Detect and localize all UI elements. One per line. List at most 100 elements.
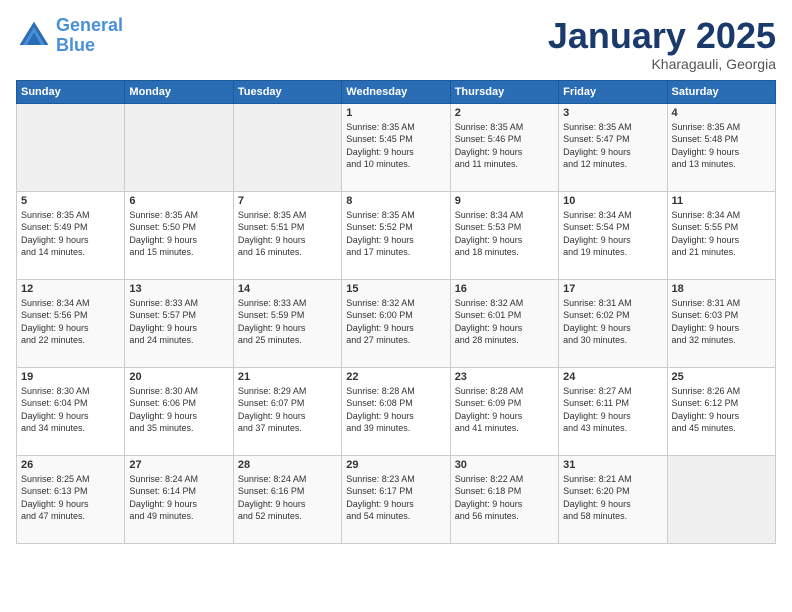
day-number: 24 — [563, 371, 662, 383]
day-number: 29 — [346, 459, 445, 471]
month-title: January 2025 — [548, 16, 776, 56]
day-number: 11 — [672, 195, 771, 207]
day-info: Sunrise: 8:34 AM Sunset: 5:55 PM Dayligh… — [672, 209, 771, 259]
day-cell: 23 Sunrise: 8:28 AM Sunset: 6:09 PM Dayli… — [450, 367, 558, 455]
logo-general: General — [56, 15, 123, 35]
day-cell: 21 Sunrise: 8:29 AM Sunset: 6:07 PM Dayli… — [233, 367, 341, 455]
day-info: Sunrise: 8:35 AM Sunset: 5:49 PM Dayligh… — [21, 209, 120, 259]
day-cell: 18 Sunrise: 8:31 AM Sunset: 6:03 PM Dayli… — [667, 279, 775, 367]
day-cell: 7Sunrise: 8:35 AM Sunset: 5:51 PM Daylig… — [233, 191, 341, 279]
day-info: Sunrise: 8:30 AM Sunset: 6:06 PM Dayligh… — [129, 385, 228, 435]
page: General Blue January 2025 Kharagauli, Ge… — [0, 0, 792, 612]
day-cell: 6Sunrise: 8:35 AM Sunset: 5:50 PM Daylig… — [125, 191, 233, 279]
calendar-table: SundayMondayTuesdayWednesdayThursdayFrid… — [16, 80, 776, 544]
weekday-wednesday: Wednesday — [342, 80, 450, 103]
day-info: Sunrise: 8:35 AM Sunset: 5:45 PM Dayligh… — [346, 121, 445, 171]
day-info: Sunrise: 8:26 AM Sunset: 6:12 PM Dayligh… — [672, 385, 771, 435]
day-info: Sunrise: 8:25 AM Sunset: 6:13 PM Dayligh… — [21, 473, 120, 523]
day-number: 27 — [129, 459, 228, 471]
day-info: Sunrise: 8:35 AM Sunset: 5:46 PM Dayligh… — [455, 121, 554, 171]
day-cell: 17Sunrise: 8:31 AM Sunset: 6:02 PM Dayli… — [559, 279, 667, 367]
logo-text: General Blue — [56, 16, 123, 56]
calendar-header: SundayMondayTuesdayWednesdayThursdayFrid… — [17, 80, 776, 103]
week-row-5: 26 Sunrise: 8:25 AM Sunset: 6:13 PM Dayli… — [17, 455, 776, 543]
location-subtitle: Kharagauli, Georgia — [548, 56, 776, 72]
day-cell: 9Sunrise: 8:34 AM Sunset: 5:53 PM Daylig… — [450, 191, 558, 279]
day-cell: 24 Sunrise: 8:27 AM Sunset: 6:11 PM Dayli… — [559, 367, 667, 455]
day-cell: 4 Sunrise: 8:35 AM Sunset: 5:48 PM Daylig… — [667, 103, 775, 191]
day-cell — [125, 103, 233, 191]
day-cell: 31Sunrise: 8:21 AM Sunset: 6:20 PM Dayli… — [559, 455, 667, 543]
weekday-sunday: Sunday — [17, 80, 125, 103]
day-info: Sunrise: 8:34 AM Sunset: 5:54 PM Dayligh… — [563, 209, 662, 259]
day-cell — [233, 103, 341, 191]
day-cell: 8Sunrise: 8:35 AM Sunset: 5:52 PM Daylig… — [342, 191, 450, 279]
day-info: Sunrise: 8:28 AM Sunset: 6:09 PM Dayligh… — [455, 385, 554, 435]
day-number: 20 — [129, 371, 228, 383]
day-number: 14 — [238, 283, 337, 295]
logo-blue: Blue — [56, 35, 95, 55]
day-cell: 27 Sunrise: 8:24 AM Sunset: 6:14 PM Dayli… — [125, 455, 233, 543]
weekday-saturday: Saturday — [667, 80, 775, 103]
day-cell: 14 Sunrise: 8:33 AM Sunset: 5:59 PM Dayli… — [233, 279, 341, 367]
title-block: January 2025 Kharagauli, Georgia — [548, 16, 776, 72]
day-cell — [667, 455, 775, 543]
day-info: Sunrise: 8:27 AM Sunset: 6:11 PM Dayligh… — [563, 385, 662, 435]
day-info: Sunrise: 8:22 AM Sunset: 6:18 PM Dayligh… — [455, 473, 554, 523]
day-info: Sunrise: 8:35 AM Sunset: 5:50 PM Dayligh… — [129, 209, 228, 259]
day-cell: 20 Sunrise: 8:30 AM Sunset: 6:06 PM Dayli… — [125, 367, 233, 455]
week-row-1: 1Sunrise: 8:35 AM Sunset: 5:45 PM Daylig… — [17, 103, 776, 191]
day-number: 18 — [672, 283, 771, 295]
day-cell: 10 Sunrise: 8:34 AM Sunset: 5:54 PM Dayli… — [559, 191, 667, 279]
day-number: 23 — [455, 371, 554, 383]
day-info: Sunrise: 8:28 AM Sunset: 6:08 PM Dayligh… — [346, 385, 445, 435]
day-number: 31 — [563, 459, 662, 471]
day-info: Sunrise: 8:31 AM Sunset: 6:02 PM Dayligh… — [563, 297, 662, 347]
day-number: 7 — [238, 195, 337, 207]
calendar-body: 1Sunrise: 8:35 AM Sunset: 5:45 PM Daylig… — [17, 103, 776, 543]
day-info: Sunrise: 8:35 AM Sunset: 5:48 PM Dayligh… — [672, 121, 771, 171]
day-cell: 13Sunrise: 8:33 AM Sunset: 5:57 PM Dayli… — [125, 279, 233, 367]
day-number: 15 — [346, 283, 445, 295]
day-number: 19 — [21, 371, 120, 383]
day-number: 26 — [21, 459, 120, 471]
day-info: Sunrise: 8:24 AM Sunset: 6:14 PM Dayligh… — [129, 473, 228, 523]
day-cell: 16Sunrise: 8:32 AM Sunset: 6:01 PM Dayli… — [450, 279, 558, 367]
week-row-3: 12Sunrise: 8:34 AM Sunset: 5:56 PM Dayli… — [17, 279, 776, 367]
day-cell: 28Sunrise: 8:24 AM Sunset: 6:16 PM Dayli… — [233, 455, 341, 543]
weekday-monday: Monday — [125, 80, 233, 103]
weekday-row: SundayMondayTuesdayWednesdayThursdayFrid… — [17, 80, 776, 103]
day-number: 5 — [21, 195, 120, 207]
day-cell: 29 Sunrise: 8:23 AM Sunset: 6:17 PM Dayli… — [342, 455, 450, 543]
logo-icon — [16, 18, 52, 54]
day-number: 4 — [672, 107, 771, 119]
day-cell: 19Sunrise: 8:30 AM Sunset: 6:04 PM Dayli… — [17, 367, 125, 455]
day-info: Sunrise: 8:31 AM Sunset: 6:03 PM Dayligh… — [672, 297, 771, 347]
day-cell: 11 Sunrise: 8:34 AM Sunset: 5:55 PM Dayli… — [667, 191, 775, 279]
day-cell: 5 Sunrise: 8:35 AM Sunset: 5:49 PM Daylig… — [17, 191, 125, 279]
day-info: Sunrise: 8:23 AM Sunset: 6:17 PM Dayligh… — [346, 473, 445, 523]
day-cell: 25 Sunrise: 8:26 AM Sunset: 6:12 PM Dayli… — [667, 367, 775, 455]
day-number: 21 — [238, 371, 337, 383]
day-cell: 3Sunrise: 8:35 AM Sunset: 5:47 PM Daylig… — [559, 103, 667, 191]
day-number: 2 — [455, 107, 554, 119]
day-number: 28 — [238, 459, 337, 471]
day-cell: 15Sunrise: 8:32 AM Sunset: 6:00 PM Dayli… — [342, 279, 450, 367]
day-cell: 30 Sunrise: 8:22 AM Sunset: 6:18 PM Dayli… — [450, 455, 558, 543]
day-info: Sunrise: 8:33 AM Sunset: 5:59 PM Dayligh… — [238, 297, 337, 347]
day-info: Sunrise: 8:29 AM Sunset: 6:07 PM Dayligh… — [238, 385, 337, 435]
day-info: Sunrise: 8:35 AM Sunset: 5:52 PM Dayligh… — [346, 209, 445, 259]
day-number: 16 — [455, 283, 554, 295]
day-number: 22 — [346, 371, 445, 383]
week-row-2: 5 Sunrise: 8:35 AM Sunset: 5:49 PM Daylig… — [17, 191, 776, 279]
day-number: 30 — [455, 459, 554, 471]
day-number: 13 — [129, 283, 228, 295]
day-cell: 26 Sunrise: 8:25 AM Sunset: 6:13 PM Dayli… — [17, 455, 125, 543]
logo: General Blue — [16, 16, 123, 56]
day-info: Sunrise: 8:34 AM Sunset: 5:56 PM Dayligh… — [21, 297, 120, 347]
day-cell: 22 Sunrise: 8:28 AM Sunset: 6:08 PM Dayli… — [342, 367, 450, 455]
day-number: 10 — [563, 195, 662, 207]
weekday-tuesday: Tuesday — [233, 80, 341, 103]
day-number: 3 — [563, 107, 662, 119]
day-number: 25 — [672, 371, 771, 383]
